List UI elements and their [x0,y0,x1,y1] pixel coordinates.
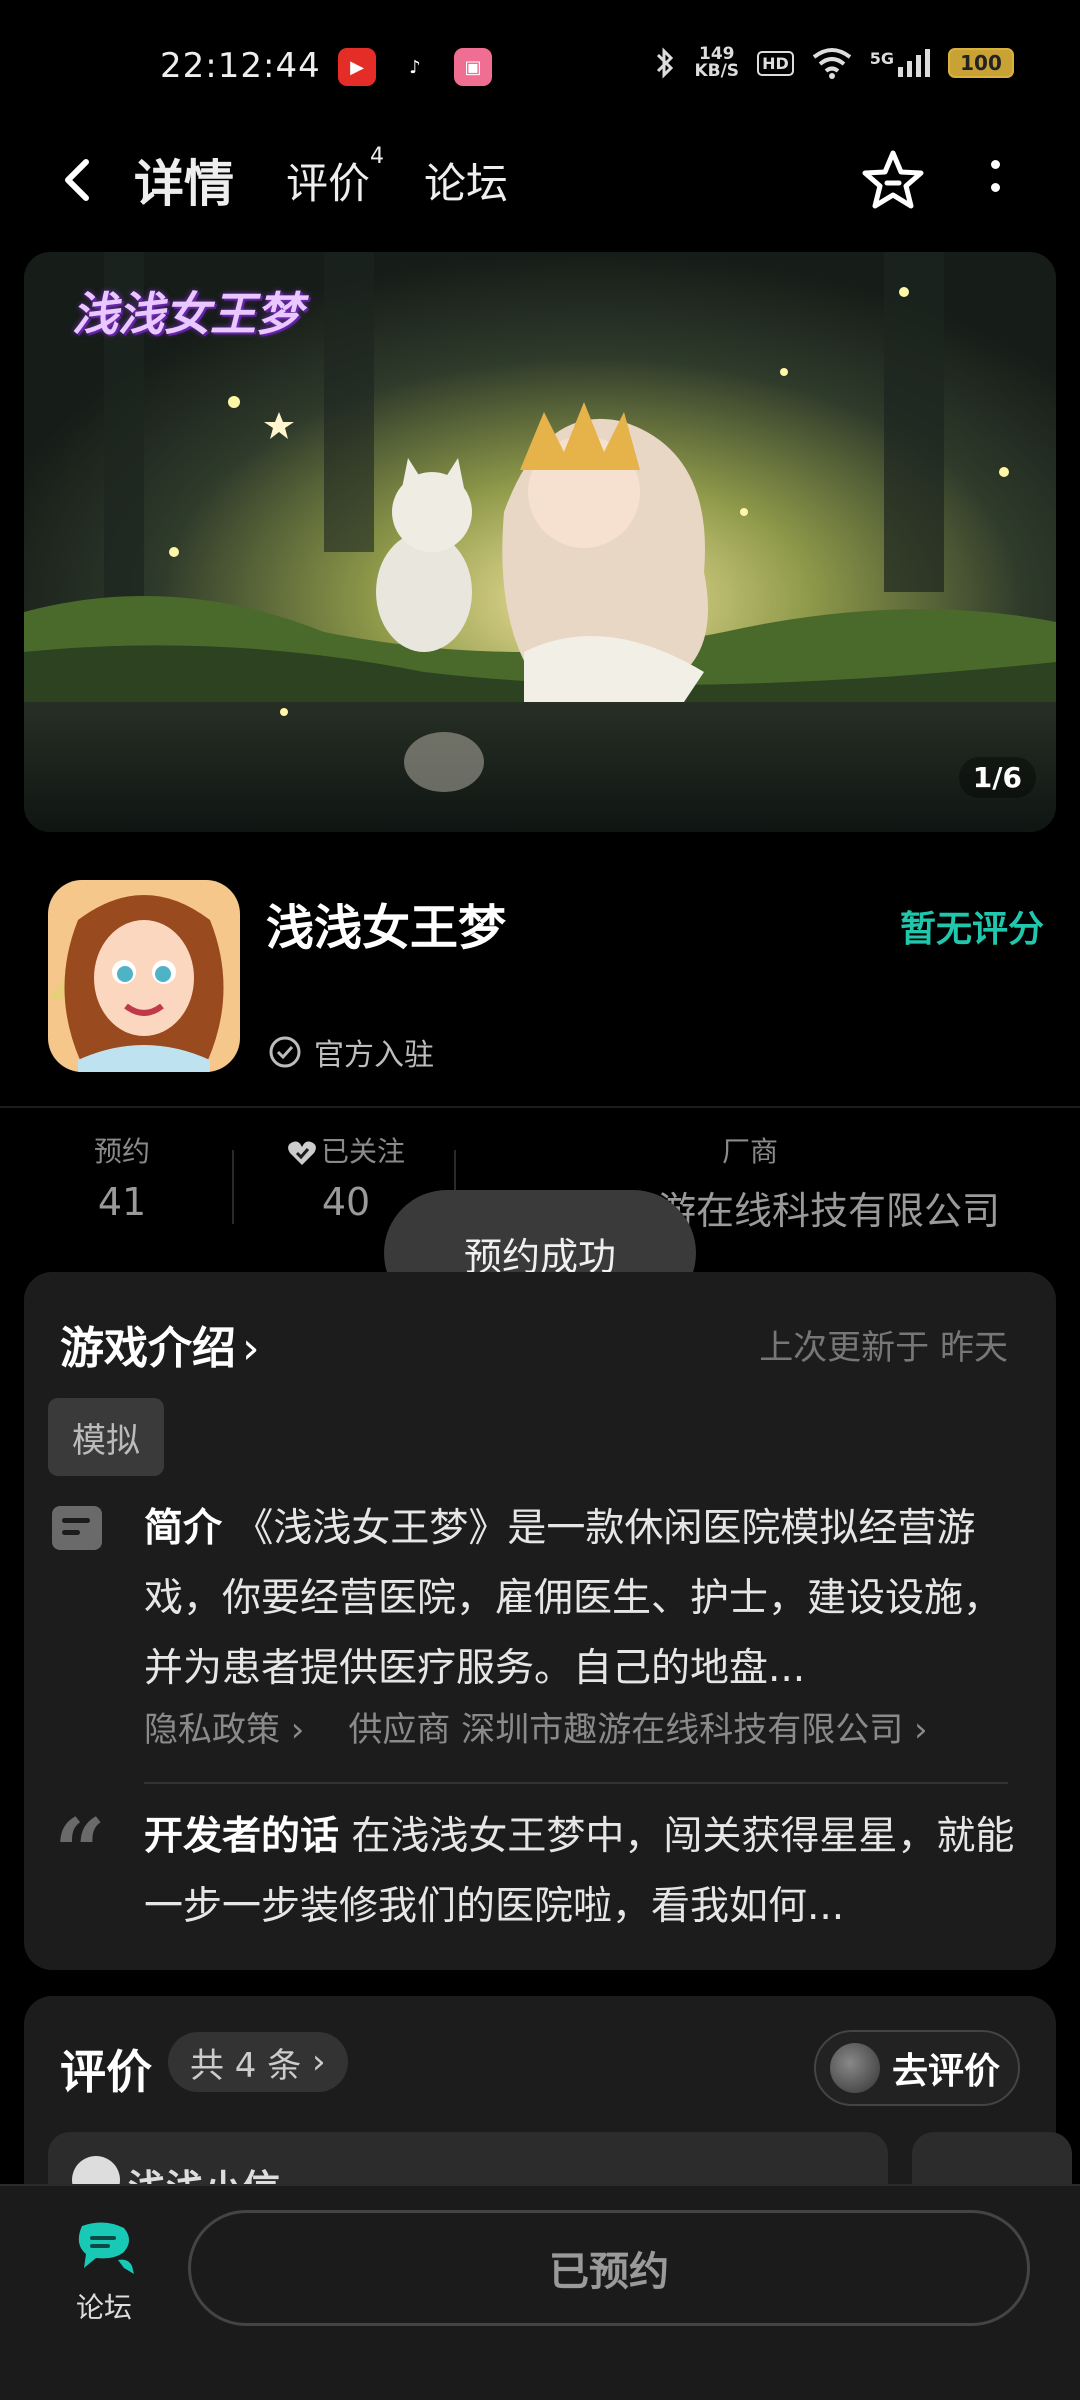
user-avatar [829,2043,880,2093]
last-updated: 上次更新于 昨天 [759,1328,1008,1368]
reserve-stat: 预约 41 [93,1135,150,1224]
app-title: 浅浅女王梦 [266,900,507,956]
section-divider [0,1106,1080,1108]
bottom-action-bar: 论坛 已预约 [0,2184,1080,2400]
app-info: 浅浅女王梦 暂无评分 官方入驻 [0,870,1080,1110]
verified-check-icon [269,1036,301,1068]
tab-details[interactable]: 详情 [130,144,238,216]
wifi-icon [812,48,851,79]
review-count-badge: 4 [370,144,385,169]
genre-tag[interactable]: 模拟 [48,1398,164,1476]
write-review-button[interactable]: 去评价 [813,2030,1020,2106]
banner-game-logo: 浅浅女王梦 [72,287,302,341]
chevron-right-icon: › [242,1323,260,1374]
forum-button[interactable]: 论坛 [60,2220,148,2326]
game-intro-card: 游戏介绍 › 上次更新于 昨天 模拟 简介 《浅浅女王梦》是一款休闲医院模拟经营游… [24,1272,1056,1970]
stat-separator [232,1150,234,1224]
privacy-policy-link[interactable]: 隐私政策 › [144,1702,304,1751]
intro-divider [144,1782,1008,1784]
tab-forum[interactable]: 论坛 [424,150,508,211]
tab-reviews[interactable]: 评价4 [286,144,384,211]
status-time: 22:12:44 [160,46,321,86]
reviews-title: 评价 [60,2045,152,2099]
bluetooth-icon [657,47,674,79]
notification-apps: ▶ ♪ ▣ [338,48,492,86]
intro-links: 隐私政策 › 供应商 深圳市趣游在线科技有限公司 › [144,1702,928,1751]
carousel-counter: 1/6 [958,757,1036,798]
back-icon[interactable] [56,152,104,208]
bilibili-icon: ▣ [454,48,492,86]
battery-icon: 100 [948,48,1014,78]
follow-stat[interactable]: 已关注 40 [276,1130,416,1224]
favorite-star-icon[interactable] [860,148,926,214]
net-speed: 149 KB/S [694,44,740,81]
developer-note[interactable]: 开发者的话 在浅浅女王梦中，闯关获得星星，就能一步一步装修我们的医院啦，看我如何… [144,1802,1024,1942]
status-bar: 22:12:44 ▶ ♪ ▣ 149 KB/S HD 5G 100 [0,0,1080,130]
heart-icon [288,1141,316,1165]
quote-icon: “ [54,1799,106,1905]
official-badge: 官方入驻 [268,1030,434,1074]
youtube-icon: ▶ [338,48,376,86]
supplier-link[interactable]: 供应商 深圳市趣游在线科技有限公司 › [348,1702,927,1751]
top-nav: 详情 评价4 论坛 [0,130,1080,230]
app-rating: 暂无评分 [899,909,1044,950]
signal-icon: 5G [870,49,930,77]
screenshot-carousel[interactable]: 浅浅女王梦 1/6 [24,252,1056,832]
reserved-button[interactable]: 已预约 [188,2210,1030,2326]
app-icon [48,880,240,1072]
hd-icon: HD [757,50,794,76]
status-indicators: 149 KB/S HD 5G 100 [654,46,1014,80]
tiktok-icon: ♪ [396,48,434,86]
intro-title[interactable]: 游戏介绍 › [60,1312,260,1376]
more-options-icon[interactable] [980,154,1010,210]
description-text[interactable]: 简介 《浅浅女王梦》是一款休闲医院模拟经营游戏，你要经营医院，雇佣医生、护士，建… [144,1494,1024,1704]
reviews-count[interactable]: 共 4 条 › [168,2032,348,2092]
description-icon [52,1506,102,1550]
forum-chat-icon [78,2222,134,2274]
